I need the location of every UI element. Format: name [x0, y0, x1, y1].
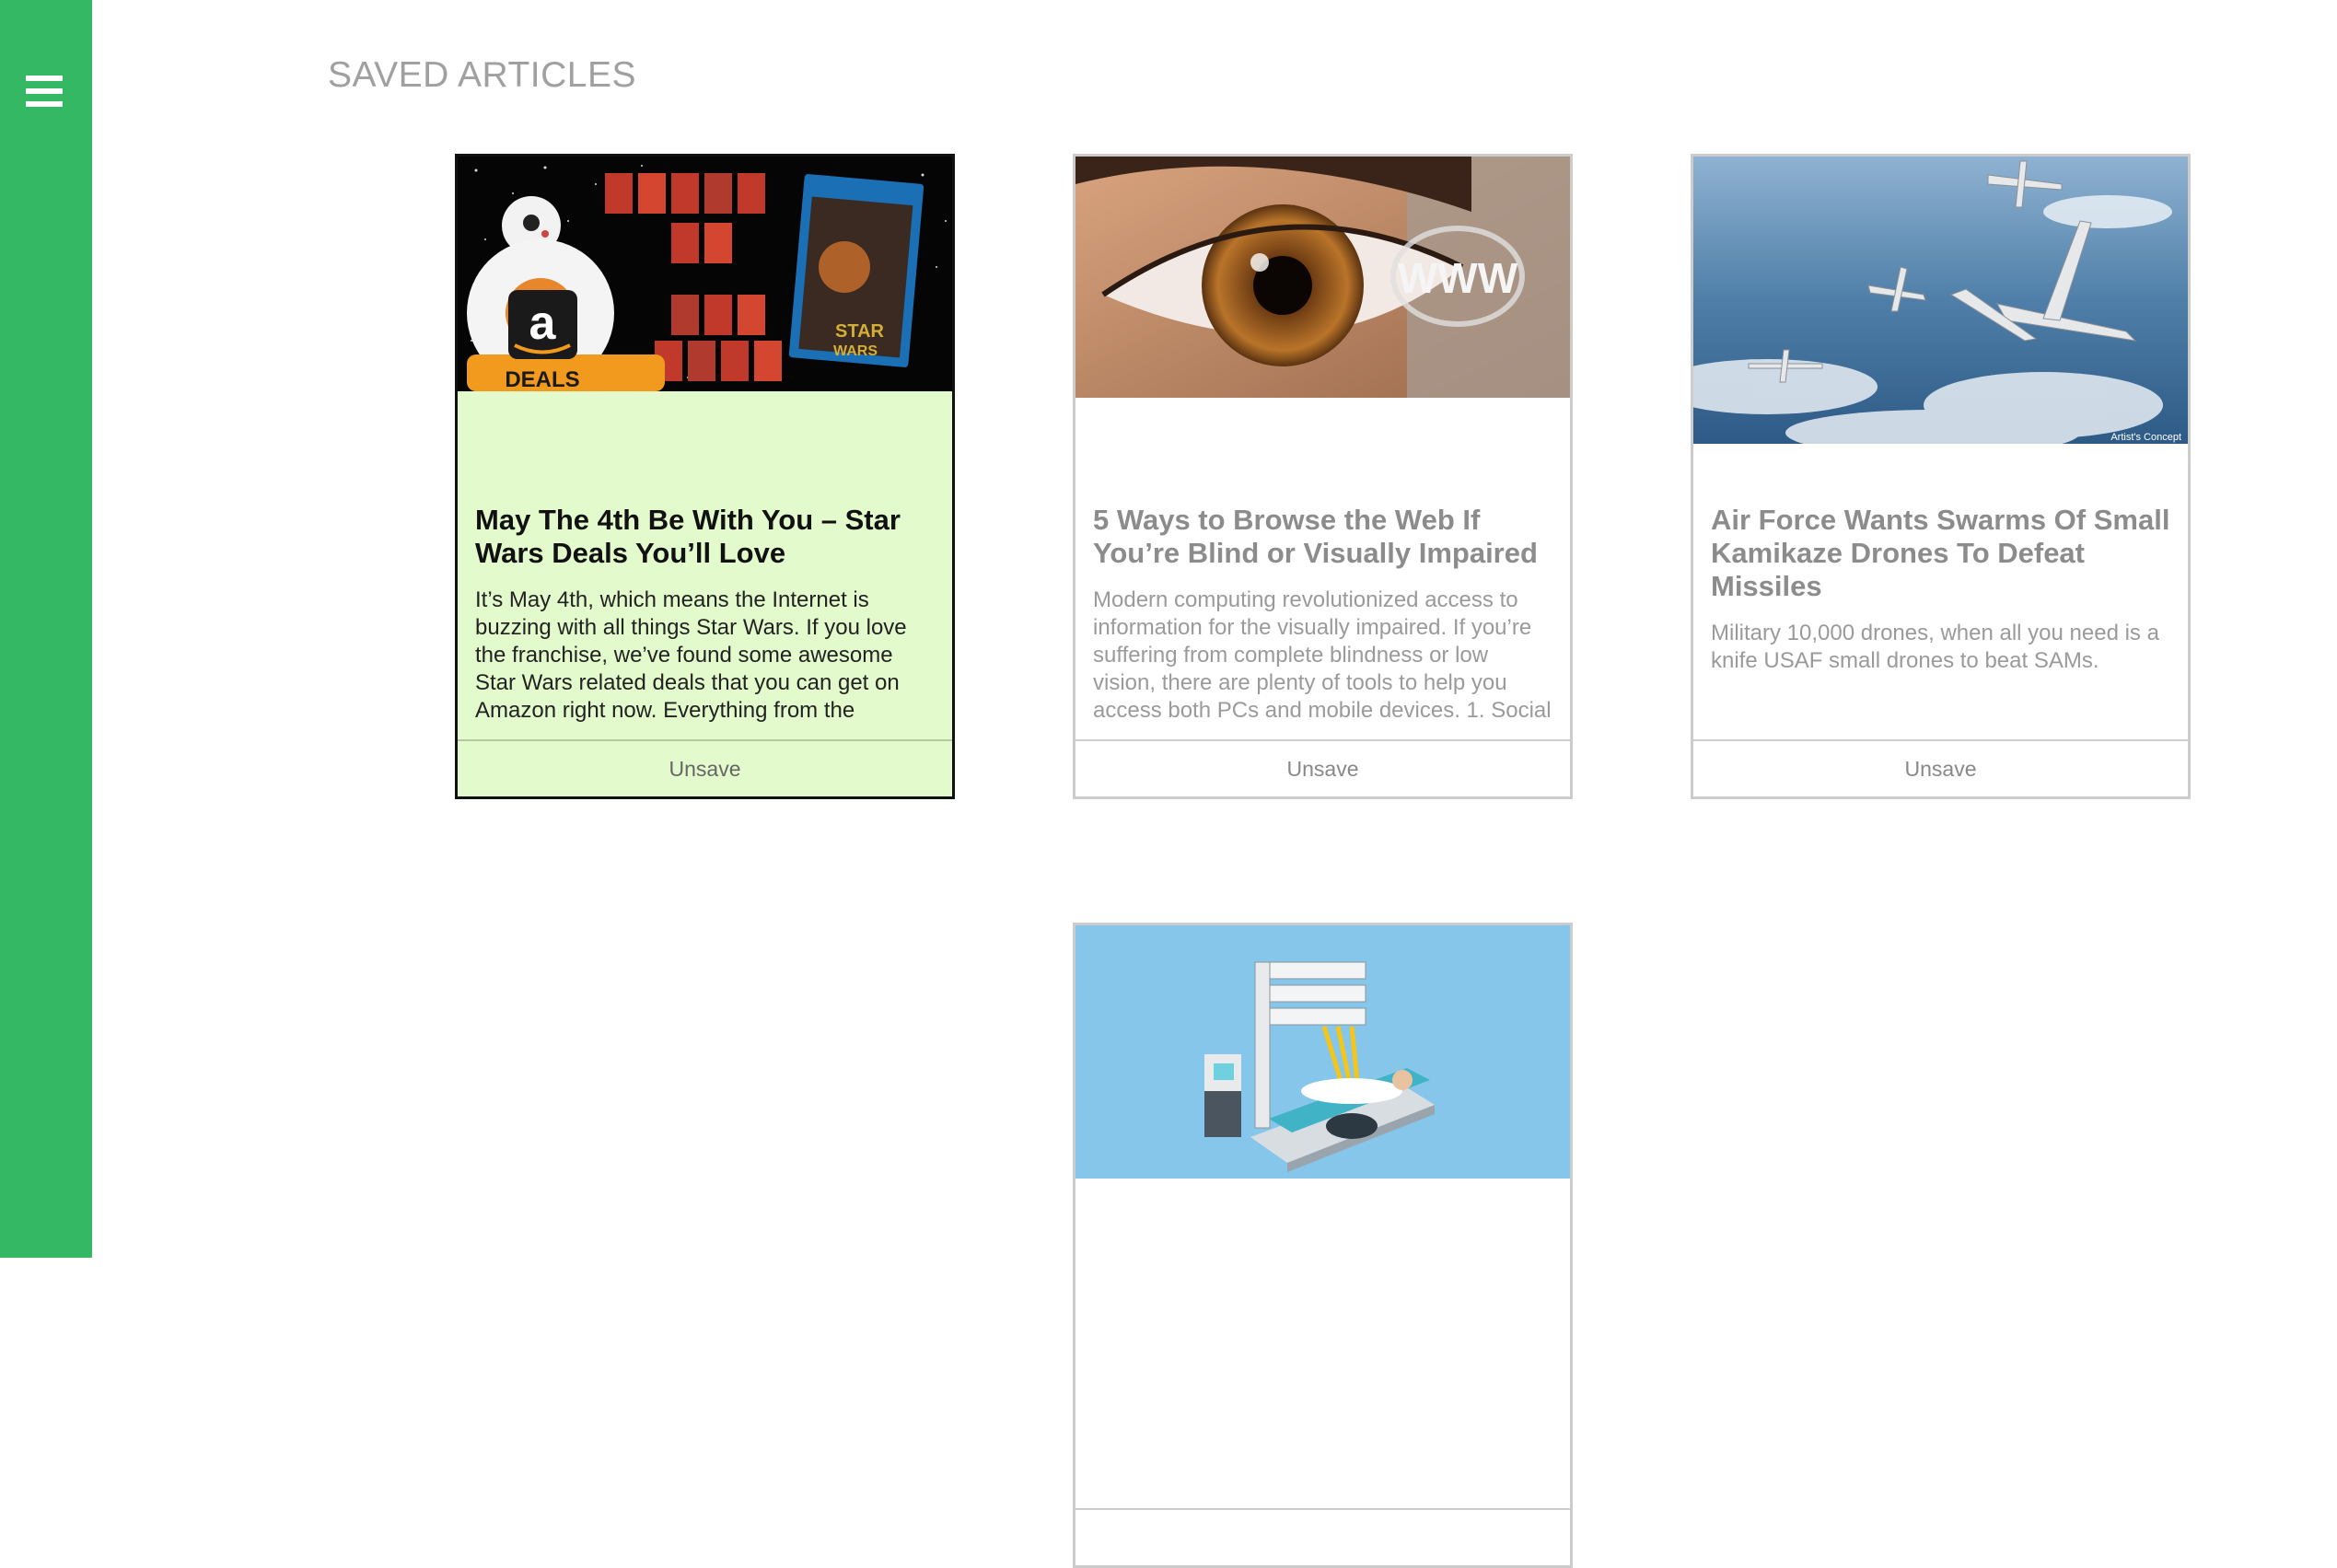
- article-thumbnail: STAR WARS a DEALS: [458, 157, 952, 391]
- page-title: SAVED ARTICLES: [328, 55, 637, 95]
- article-card[interactable]: Artist's Concept Air Force Wants Swarms …: [1691, 154, 2191, 799]
- article-description: It’s May 4th, which means the Internet i…: [475, 587, 907, 723]
- sidebar: [0, 0, 92, 1258]
- article-description: Modern computing revolutionized access t…: [1093, 587, 1552, 723]
- article-card[interactable]: WWW 5 Ways to Browse the Web If You’re B…: [1073, 154, 1573, 799]
- amazon-logo: a: [529, 296, 557, 350]
- article-thumbnail: WWW: [1075, 157, 1570, 398]
- article-title[interactable]: May The 4th Be With You – Star Wars Deal…: [475, 504, 935, 570]
- article-description: Military 10,000 drones, when all you nee…: [1711, 621, 2159, 673]
- card-footer: Unsave: [458, 739, 952, 796]
- deals-label: DEALS: [505, 367, 579, 391]
- svg-text:WARS: WARS: [833, 343, 878, 359]
- bluray-case: STAR WARS: [788, 174, 924, 367]
- hamburger-menu-icon[interactable]: [26, 75, 63, 107]
- unsave-button[interactable]: Unsave: [1905, 757, 1977, 782]
- image-caption: Artist's Concept: [2110, 432, 2181, 443]
- www-text: WWW: [1398, 254, 1518, 302]
- article-title[interactable]: Air Force Wants Swarms Of Small Kamikaze…: [1711, 504, 2170, 603]
- unsave-button[interactable]: Unsave: [1287, 757, 1359, 782]
- svg-text:STAR: STAR: [835, 321, 885, 342]
- article-thumbnail: [1075, 925, 1570, 1179]
- article-description: [1093, 1289, 1552, 1427]
- card-footer: Unsave: [1693, 739, 2188, 796]
- article-card[interactable]: STAR WARS a DEALS May The 4th Be With Yo…: [455, 154, 955, 799]
- unsave-button[interactable]: Unsave: [669, 757, 741, 782]
- article-card[interactable]: [1073, 923, 1573, 1568]
- article-thumbnail: Artist's Concept: [1693, 157, 2188, 444]
- article-title[interactable]: 5 Ways to Browse the Web If You’re Blind…: [1093, 504, 1552, 570]
- card-footer: Unsave: [1075, 739, 1570, 796]
- card-footer: [1075, 1508, 1570, 1565]
